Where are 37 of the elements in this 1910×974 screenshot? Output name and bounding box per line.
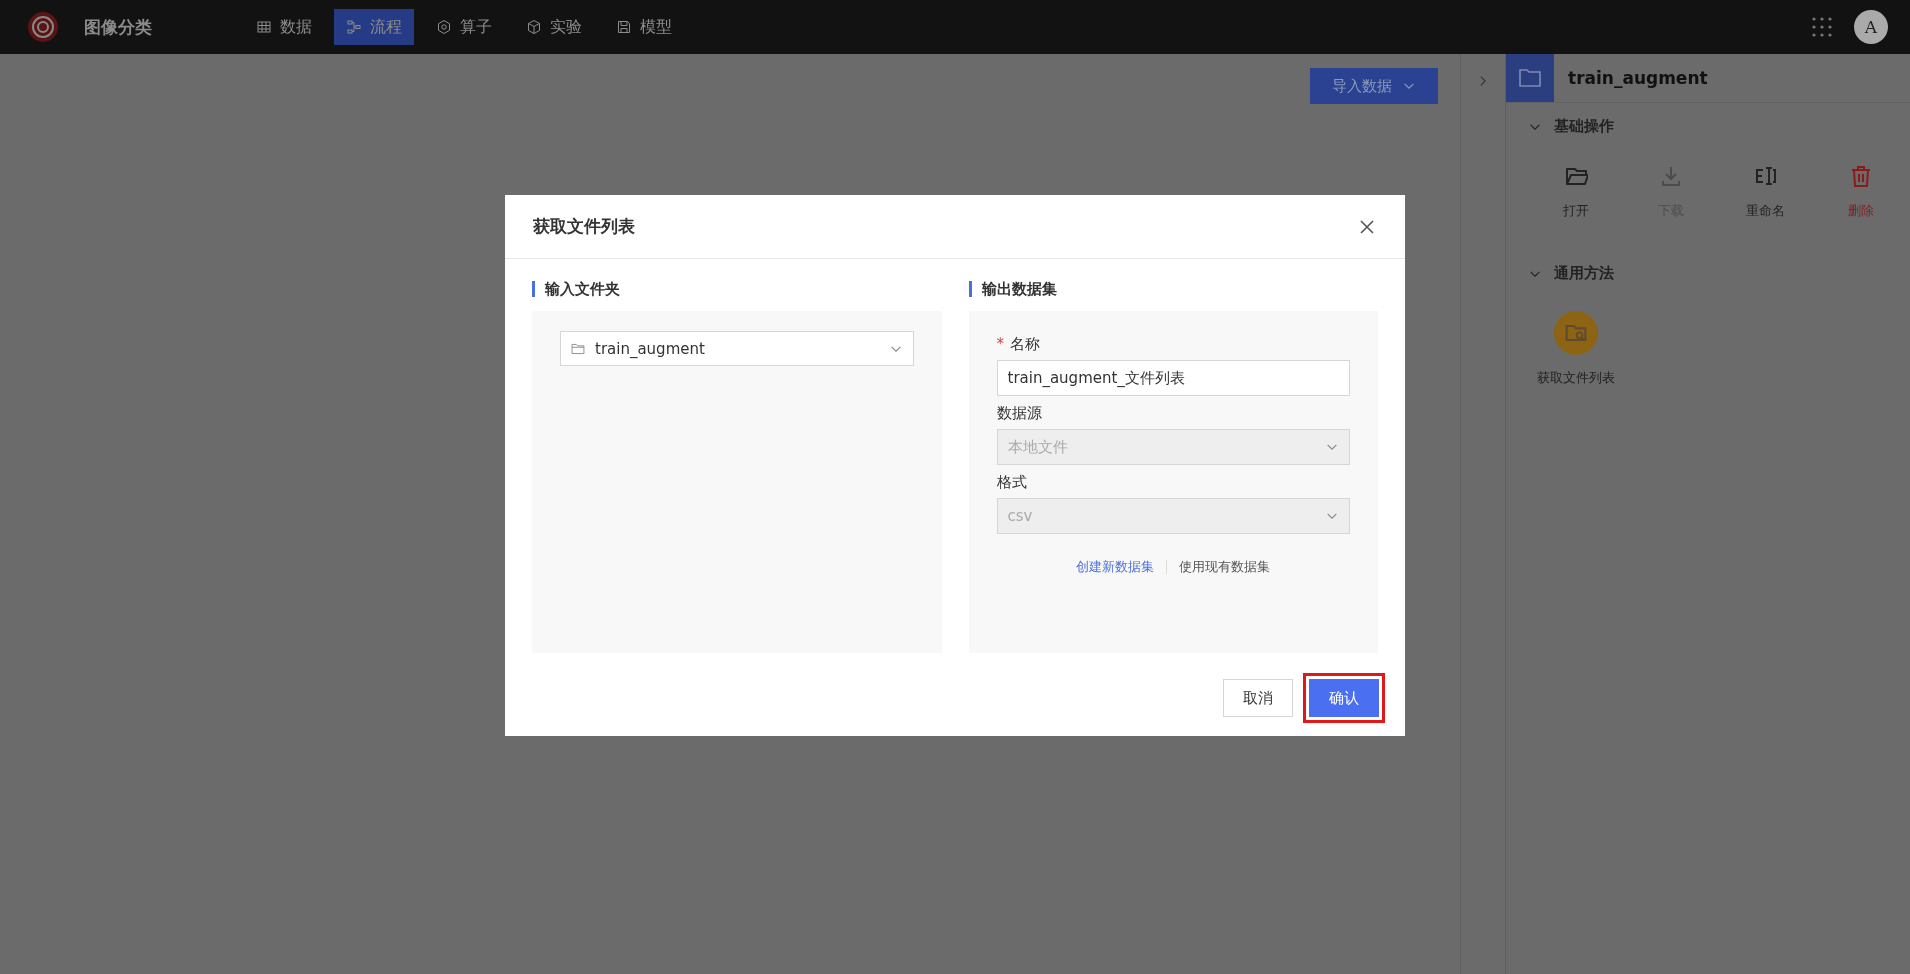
- dataset-mode-link[interactable]: 使用现有数据集: [1167, 558, 1283, 576]
- section-title: 基础操作: [1554, 117, 1614, 136]
- dataset-mode-link[interactable]: 创建新数据集: [1064, 558, 1167, 576]
- nav-tab[interactable]: 模型: [604, 9, 684, 45]
- cancel-button[interactable]: 取消: [1223, 679, 1293, 717]
- panel-action[interactable]: 重命名: [1718, 164, 1813, 220]
- flow-icon: [346, 19, 362, 35]
- dialog-title: 获取文件列表: [533, 215, 635, 238]
- panel-title: train_augment: [1568, 68, 1708, 88]
- field-label: 格式: [996, 473, 1027, 492]
- panel-action[interactable]: 打开: [1528, 164, 1623, 220]
- section-heading: 输出数据集: [968, 281, 1378, 297]
- folder-select[interactable]: train_augment: [560, 331, 914, 366]
- user-avatar[interactable]: A: [1854, 10, 1888, 44]
- import-data-button[interactable]: 导入数据: [1310, 68, 1438, 104]
- logo-icon: [26, 10, 60, 44]
- app-title: 图像分类: [84, 15, 153, 39]
- section-title: 通用方法: [1554, 264, 1614, 283]
- nav-tab[interactable]: 算子: [424, 9, 504, 45]
- folder-icon: [1506, 54, 1554, 102]
- section-heading: 输入文件夹: [532, 281, 942, 297]
- apps-grid-icon[interactable]: [1812, 17, 1832, 37]
- nav-tab[interactable]: 实验: [514, 9, 594, 45]
- nav-tab[interactable]: 流程: [334, 9, 414, 45]
- nav-tab[interactable]: 数据: [244, 9, 324, 45]
- table-icon: [256, 19, 272, 35]
- field-label: 数据源: [996, 404, 1042, 423]
- folder-icon: [571, 341, 585, 356]
- hexagon-icon: [436, 19, 452, 35]
- text-cursor-icon: [1753, 164, 1778, 188]
- folder-search-icon: [1553, 311, 1598, 355]
- field-label: 名称: [1010, 335, 1040, 354]
- required-mark: *: [996, 335, 1004, 354]
- name-input-field[interactable]: train_augment_文件列表: [996, 360, 1350, 396]
- panel-action[interactable]: 获取文件列表: [1528, 311, 1623, 387]
- cube-icon: [526, 19, 542, 35]
- confirm-button[interactable]: 确认: [1303, 673, 1385, 723]
